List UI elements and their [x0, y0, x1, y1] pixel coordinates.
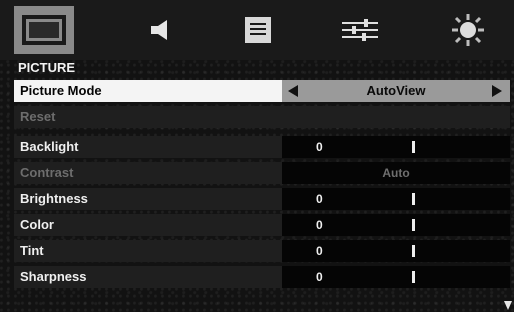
contrast-row: Contrast Auto — [14, 162, 510, 184]
backlight-slider[interactable]: 0 — [282, 136, 510, 158]
picture-tab[interactable] — [14, 6, 74, 54]
backlight-label: Backlight — [14, 136, 282, 158]
color-label: Color — [14, 214, 282, 236]
menu-icon-bar — [0, 0, 514, 60]
settings-sliders-icon — [342, 19, 378, 41]
picture-mode-row[interactable]: Picture Mode AutoView — [14, 80, 510, 102]
backlight-row[interactable]: Backlight 0 — [14, 136, 510, 158]
menu-list-icon — [245, 17, 271, 43]
tint-value: 0 — [316, 244, 323, 258]
brightness-label: Brightness — [14, 188, 282, 210]
picture-icon — [22, 15, 66, 45]
brightness-slider[interactable]: 0 — [282, 188, 510, 210]
arrow-right-icon[interactable] — [492, 85, 502, 97]
brightness-tab[interactable] — [438, 6, 498, 54]
tint-label: Tint — [14, 240, 282, 262]
picture-mode-label: Picture Mode — [14, 80, 282, 102]
audio-tab[interactable] — [132, 6, 192, 54]
slider-marker — [412, 245, 415, 257]
reset-row[interactable]: Reset — [14, 106, 510, 128]
menu-list-tab[interactable] — [228, 6, 288, 54]
color-row[interactable]: Color 0 — [14, 214, 510, 236]
sharpness-value: 0 — [316, 270, 323, 284]
slider-marker — [412, 271, 415, 283]
sharpness-slider[interactable]: 0 — [282, 266, 510, 288]
picture-mode-value: AutoView — [366, 83, 426, 98]
backlight-value: 0 — [316, 140, 323, 154]
sharpness-label: Sharpness — [14, 266, 282, 288]
brightness-row[interactable]: Brightness 0 — [14, 188, 510, 210]
section-title: PICTURE — [18, 60, 76, 75]
tv-picture-menu: PICTURE Picture Mode AutoView Reset Back… — [0, 0, 514, 312]
tint-row[interactable]: Tint 0 — [14, 240, 510, 262]
picture-mode-selector[interactable]: AutoView — [282, 80, 510, 102]
brightness-sun-icon — [452, 14, 484, 46]
color-slider[interactable]: 0 — [282, 214, 510, 236]
sharpness-row[interactable]: Sharpness 0 — [14, 266, 510, 288]
color-value: 0 — [316, 218, 323, 232]
scroll-down-icon[interactable] — [504, 301, 512, 310]
reset-label: Reset — [14, 106, 510, 128]
contrast-value: Auto — [382, 166, 410, 180]
settings-tab[interactable] — [330, 6, 390, 54]
brightness-value: 0 — [316, 192, 323, 206]
picture-settings-list: Picture Mode AutoView Reset Backlight 0 … — [14, 76, 510, 312]
slider-marker — [412, 141, 415, 153]
slider-marker — [412, 219, 415, 231]
slider-marker — [412, 193, 415, 205]
audio-icon — [151, 20, 167, 40]
contrast-label: Contrast — [14, 162, 282, 184]
tint-slider[interactable]: 0 — [282, 240, 510, 262]
contrast-value-box: Auto — [282, 162, 510, 184]
